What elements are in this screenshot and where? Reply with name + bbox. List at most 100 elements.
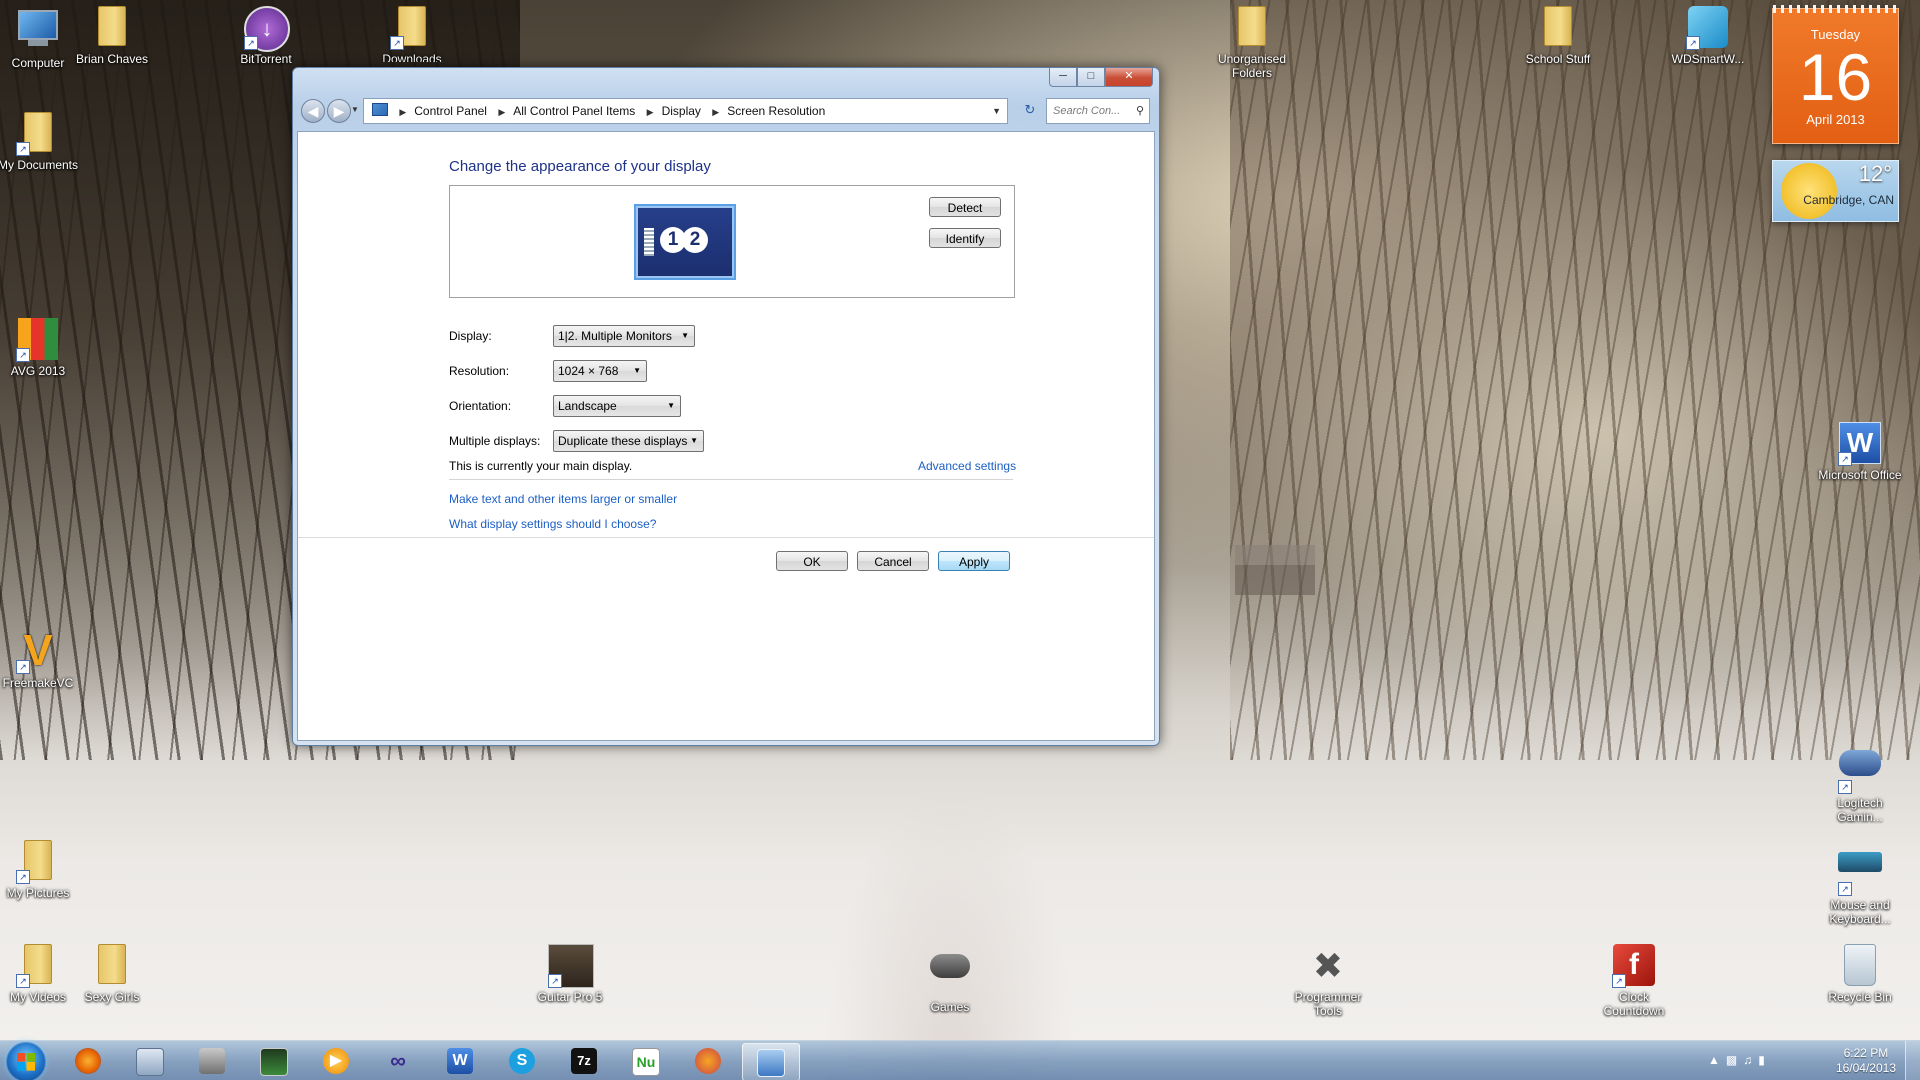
resolution-select[interactable]: 1024 × 768 ▼: [553, 360, 647, 382]
desktop-icon-games[interactable]: Games: [908, 944, 992, 1014]
identify-button[interactable]: Identify: [929, 228, 1001, 248]
desktop-icon-my-documents[interactable]: ↗ My Documents: [0, 112, 80, 172]
show-desktop-button[interactable]: [1905, 1041, 1920, 1080]
monitor-tile[interactable]: 1 2: [634, 204, 736, 280]
desktop-icon-label: Programmer Tools: [1294, 990, 1362, 1018]
search-input[interactable]: Search Con... ⚲: [1046, 98, 1150, 124]
taskbar-calculator[interactable]: [122, 1043, 178, 1079]
advanced-settings-link[interactable]: Advanced settings: [918, 459, 1016, 473]
calendar-binding: [1773, 5, 1898, 13]
taskbar-7zip[interactable]: 7z: [556, 1043, 612, 1079]
desktop-icon-label: AVG 2013: [10, 364, 66, 378]
detect-button[interactable]: Detect: [929, 197, 1001, 217]
desktop-icon-my-videos[interactable]: ↗ My Videos: [0, 944, 80, 1004]
display-settings-icon: [757, 1049, 785, 1077]
calendar-gadget[interactable]: Tuesday 16 April 2013: [1772, 5, 1899, 144]
network-icon[interactable]: ▩: [1726, 1053, 1743, 1067]
desktop-icon-recycle-bin[interactable]: Recycle Bin: [1818, 944, 1902, 1004]
desktop-icon-label: My Videos: [10, 990, 66, 1004]
desktop-icon-label: Clock Countdown: [1603, 990, 1665, 1018]
taskbar-eye-app[interactable]: [680, 1043, 736, 1079]
desktop-icon-label: Brian Chaves: [75, 52, 149, 66]
address-bar[interactable]: ▶ Control Panel ▶ All Control Panel Items …: [363, 98, 1008, 124]
folder-icon: [1230, 6, 1274, 50]
taskbar-media-player[interactable]: ▶: [308, 1043, 364, 1079]
downloads-folder-icon: ↗: [390, 6, 434, 50]
ok-button[interactable]: OK: [776, 551, 848, 571]
desktop-icon-avg[interactable]: ↗ AVG 2013: [0, 318, 80, 378]
taskbar-skype[interactable]: S: [494, 1043, 550, 1079]
breadcrumb-separator-icon[interactable]: ▶: [704, 107, 727, 117]
desktop-icon-downloads[interactable]: ↗ Downloads: [370, 6, 454, 62]
desktop-icon-my-pictures[interactable]: ↗ My Pictures: [0, 840, 80, 900]
breadcrumb-display[interactable]: Display: [662, 104, 701, 118]
forward-arrow-icon[interactable]: ▶: [327, 99, 351, 123]
desktop-icon-school-stuff[interactable]: School Stuff: [1516, 6, 1600, 66]
close-button[interactable]: ✕: [1105, 68, 1153, 87]
search-icon[interactable]: ⚲: [1136, 99, 1144, 123]
pictures-folder-icon: ↗: [16, 840, 60, 884]
content-pane: Change the appearance of your display 1 …: [297, 131, 1155, 741]
address-dropdown-icon[interactable]: ▼: [992, 99, 1001, 123]
power-icon[interactable]: ▮: [1758, 1053, 1771, 1067]
desktop-icon-brian-chaves[interactable]: Brian Chaves: [70, 6, 154, 66]
taskbar-joystick[interactable]: [184, 1043, 240, 1079]
keyboard-mouse-icon: ↗: [1838, 852, 1882, 896]
taskbar-clock[interactable]: 6:22 PM 16/04/2013: [1836, 1046, 1896, 1076]
display-settings-help-link[interactable]: What display settings should I choose?: [449, 517, 656, 531]
desktop-icon-unorganised-folders[interactable]: Unorganised Folders: [1210, 6, 1294, 80]
display-select[interactable]: 1|2. Multiple Monitors ▼: [553, 325, 695, 347]
desktop-icon-bittorrent[interactable]: ↓ ↗ BitTorrent: [224, 6, 308, 66]
word-icon: W ↗: [1838, 422, 1882, 466]
desktop-icon-microsoft-office[interactable]: W ↗ Microsoft Office: [1818, 422, 1902, 482]
desktop-icon-label: Logitech Gamin...: [1837, 796, 1883, 824]
gamepad-icon: ↗: [1838, 750, 1882, 794]
show-hidden-icons-icon[interactable]: ▲: [1708, 1053, 1726, 1067]
cancel-button[interactable]: Cancel: [857, 551, 929, 571]
taskbar-task-manager[interactable]: [246, 1043, 302, 1079]
text-size-link[interactable]: Make text and other items larger or smal…: [449, 492, 677, 506]
desktop-icon-sexy-girls[interactable]: Sexy Girls: [70, 944, 154, 1004]
taskbar-display-settings[interactable]: [742, 1043, 800, 1080]
breadcrumb-separator-icon[interactable]: ▶: [639, 107, 662, 117]
desktop-icon-clock-countdown[interactable]: f ↗ Clock Countdown: [1592, 944, 1676, 1018]
weather-gadget[interactable]: 12° Cambridge, CAN: [1772, 160, 1899, 222]
taskbar-firefox[interactable]: [60, 1043, 116, 1079]
taskbar-nu[interactable]: Nu: [618, 1043, 674, 1079]
desktop-icon-wd-smartware[interactable]: ↗ WDSmartW...: [1666, 6, 1750, 66]
taskbar-infinity[interactable]: ∞: [370, 1043, 426, 1079]
documents-folder-icon: ↗: [16, 112, 60, 156]
breadcrumb-screen-resolution[interactable]: Screen Resolution: [727, 104, 825, 118]
apply-button[interactable]: Apply: [938, 551, 1010, 571]
taskbar-word[interactable]: W: [432, 1043, 488, 1079]
volume-icon[interactable]: ♫: [1743, 1053, 1758, 1067]
desktop-icon-mouse-keyboard[interactable]: ↗ Mouse and Keyboard...: [1818, 838, 1902, 926]
breadcrumb-separator-icon[interactable]: ▶: [490, 107, 513, 117]
recent-pages-chevron-icon[interactable]: ▼: [351, 105, 359, 114]
refresh-icon[interactable]: ↻: [1019, 98, 1041, 122]
breadcrumb-control-panel[interactable]: Control Panel: [414, 104, 487, 118]
eye-icon: [695, 1048, 721, 1074]
start-button[interactable]: [6, 1042, 46, 1080]
desktop-icon-label: Microsoft Office: [1818, 468, 1902, 482]
sun-icon: [1781, 163, 1837, 219]
dropdown-arrow-icon: ▼: [633, 366, 641, 375]
back-arrow-icon[interactable]: ◀: [301, 99, 325, 123]
tools-icon: ✖: [1312, 945, 1344, 986]
minimize-button[interactable]: ─: [1049, 68, 1077, 87]
orientation-select[interactable]: Landscape ▼: [553, 395, 681, 417]
tray-icons[interactable]: ▲▩♫▮: [1708, 1053, 1771, 1067]
divider: [298, 537, 1154, 538]
desktop-icon-logitech-gaming[interactable]: ↗ Logitech Gamin...: [1818, 740, 1902, 824]
breadcrumb-separator-icon[interactable]: ▶: [391, 107, 414, 117]
desktop-icon-label: WDSmartW...: [1671, 52, 1745, 66]
calculator-icon: [136, 1048, 164, 1076]
breadcrumb-all-items[interactable]: All Control Panel Items: [513, 104, 635, 118]
desktop-icon-programmer-tools[interactable]: ✖ Programmer Tools: [1286, 944, 1370, 1018]
desktop-icon-freemake[interactable]: V ↗ FreemakeVC: [0, 629, 80, 691]
multiple-displays-select[interactable]: Duplicate these displays ▼: [553, 430, 704, 452]
desktop-icon-computer[interactable]: Computer: [0, 6, 80, 70]
desktop-icon-guitar-pro[interactable]: ↗ Guitar Pro 5: [528, 944, 612, 1004]
dropdown-arrow-icon: ▼: [681, 331, 689, 340]
maximize-button[interactable]: □: [1077, 68, 1105, 87]
